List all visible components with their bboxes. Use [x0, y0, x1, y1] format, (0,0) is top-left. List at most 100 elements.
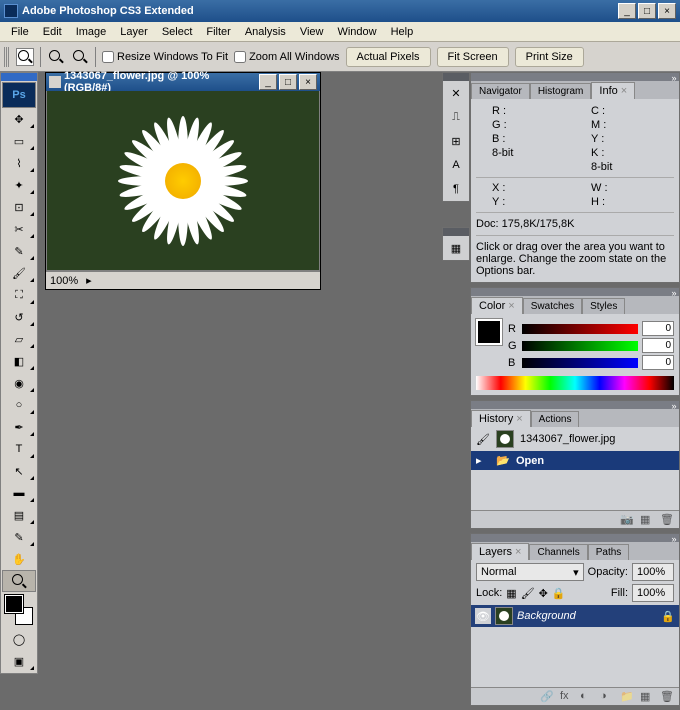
layer-background[interactable]: 👁 Background 🔒 [471, 605, 679, 627]
menu-help[interactable]: Help [384, 24, 421, 40]
tab-swatches[interactable]: Swatches [523, 298, 582, 314]
panel-handle[interactable] [1, 73, 37, 81]
marquee-tool[interactable]: ▭ [2, 130, 36, 152]
blur-tool[interactable]: ◉ [2, 372, 36, 394]
type-tool[interactable]: T [2, 438, 36, 460]
folder-icon[interactable]: 📁 [620, 690, 634, 704]
print-size-button[interactable]: Print Size [515, 47, 584, 67]
g-input[interactable] [642, 338, 674, 353]
ps-logo-tool[interactable]: Ps [2, 82, 36, 108]
visibility-icon[interactable]: 👁 [475, 608, 491, 624]
path-tool[interactable]: ↖ [2, 460, 36, 482]
brush-tool[interactable]: 🖌 [2, 262, 36, 284]
lock-paint-icon[interactable]: 🖌 [521, 587, 535, 600]
lock-all-icon[interactable]: 🔒 [552, 587, 566, 600]
doc-info-icon[interactable]: ▸ [86, 274, 92, 287]
menu-view[interactable]: View [293, 24, 331, 40]
g-slider[interactable] [522, 341, 638, 351]
close-icon[interactable]: × [508, 300, 514, 312]
history-brush-tool[interactable]: ↺ [2, 306, 36, 328]
tab-paths[interactable]: Paths [588, 544, 630, 560]
close-icon[interactable]: × [621, 85, 627, 97]
slice-tool[interactable]: ✂ [2, 218, 36, 240]
doc-maximize-button[interactable]: □ [279, 74, 297, 90]
strip-icon-2[interactable]: ⎍ [443, 105, 469, 129]
history-snapshot[interactable]: 🖌 1343067_flower.jpg [471, 427, 679, 451]
tab-channels[interactable]: Channels [529, 544, 587, 560]
hand-tool[interactable]: ✋ [2, 548, 36, 570]
menu-window[interactable]: Window [330, 24, 383, 40]
menu-layer[interactable]: Layer [113, 24, 155, 40]
adjustment-icon[interactable]: ◑ [600, 690, 614, 704]
menu-filter[interactable]: Filter [199, 24, 237, 40]
lock-transparent-icon[interactable]: ▦ [506, 587, 516, 600]
zoom-in-icon[interactable] [47, 48, 65, 66]
fill-input[interactable]: 100% [632, 584, 674, 602]
dodge-tool[interactable]: ○ [2, 394, 36, 416]
panel-menu-icon[interactable]: » [669, 534, 679, 542]
link-icon[interactable]: 🔗 [540, 690, 554, 704]
new-layer-icon[interactable]: ▦ [640, 690, 654, 704]
panel-menu-icon[interactable]: » [669, 73, 679, 81]
grip-icon[interactable] [4, 47, 10, 67]
close-button[interactable]: × [658, 3, 676, 19]
r-input[interactable] [642, 321, 674, 336]
new-snapshot-icon[interactable]: 📷 [620, 513, 634, 527]
actual-pixels-button[interactable]: Actual Pixels [346, 47, 431, 67]
move-tool[interactable]: ✥ [2, 108, 36, 130]
tab-styles[interactable]: Styles [582, 298, 625, 314]
tab-color[interactable]: Color× [471, 297, 523, 314]
foreground-swatch[interactable] [476, 319, 502, 345]
close-icon[interactable]: × [516, 413, 522, 425]
crop-tool[interactable]: ⊡ [2, 196, 36, 218]
fx-icon[interactable]: fx [560, 690, 574, 704]
wand-tool[interactable]: ✦ [2, 174, 36, 196]
menu-select[interactable]: Select [155, 24, 200, 40]
history-state-open[interactable]: ▸ 📂 Open [471, 451, 679, 470]
menu-analysis[interactable]: Analysis [238, 24, 293, 40]
lasso-tool[interactable]: ⌇ [2, 152, 36, 174]
eraser-tool[interactable]: ▱ [2, 328, 36, 350]
zoom-all-checkbox[interactable]: Zoom All Windows [234, 51, 339, 63]
b-slider[interactable] [522, 358, 638, 368]
trash-icon[interactable]: 🗑 [660, 690, 674, 704]
opacity-input[interactable]: 100% [632, 563, 674, 581]
stamp-tool[interactable]: ⛶ [2, 284, 36, 306]
r-slider[interactable] [522, 324, 638, 334]
menu-file[interactable]: File [4, 24, 36, 40]
strip-icon-6[interactable]: ▦ [443, 236, 469, 260]
quickmask-tool[interactable]: ◯ [2, 628, 36, 650]
gradient-tool[interactable]: ◧ [2, 350, 36, 372]
b-input[interactable] [642, 355, 674, 370]
zoom-level[interactable]: 100% [50, 275, 78, 287]
tab-actions[interactable]: Actions [531, 411, 580, 427]
strip-icon-3[interactable]: ⊞ [443, 129, 469, 153]
maximize-button[interactable]: □ [638, 3, 656, 19]
tab-layers[interactable]: Layers× [471, 543, 529, 560]
screenmode-tool[interactable]: ▣ [2, 650, 36, 672]
menu-edit[interactable]: Edit [36, 24, 69, 40]
strip-icon-4[interactable]: A [443, 153, 469, 177]
eyedropper-tool[interactable]: ✎ [2, 526, 36, 548]
doc-close-button[interactable]: × [299, 74, 317, 90]
color-swatch[interactable] [5, 595, 33, 625]
fit-screen-button[interactable]: Fit Screen [437, 47, 509, 67]
tab-histogram[interactable]: Histogram [530, 83, 592, 99]
close-icon[interactable]: × [515, 546, 521, 558]
healing-tool[interactable]: ✎ [2, 240, 36, 262]
blend-mode-select[interactable]: Normal▾ [476, 563, 584, 581]
resize-windows-checkbox[interactable]: Resize Windows To Fit [102, 51, 228, 63]
minimize-button[interactable]: _ [618, 3, 636, 19]
tab-info[interactable]: Info× [591, 82, 635, 99]
pen-tool[interactable]: ✒ [2, 416, 36, 438]
zoom-tool[interactable] [2, 570, 36, 592]
new-state-icon[interactable]: ▦ [640, 513, 654, 527]
notes-tool[interactable]: ▤ [2, 504, 36, 526]
zoom-out-icon[interactable] [71, 48, 89, 66]
shape-tool[interactable]: ▬ [2, 482, 36, 504]
spectrum-bar[interactable] [476, 376, 674, 390]
trash-icon[interactable]: 🗑 [660, 513, 674, 527]
tab-navigator[interactable]: Navigator [471, 83, 530, 99]
tab-history[interactable]: History× [471, 410, 531, 427]
strip-icon-5[interactable]: ¶ [443, 177, 469, 201]
